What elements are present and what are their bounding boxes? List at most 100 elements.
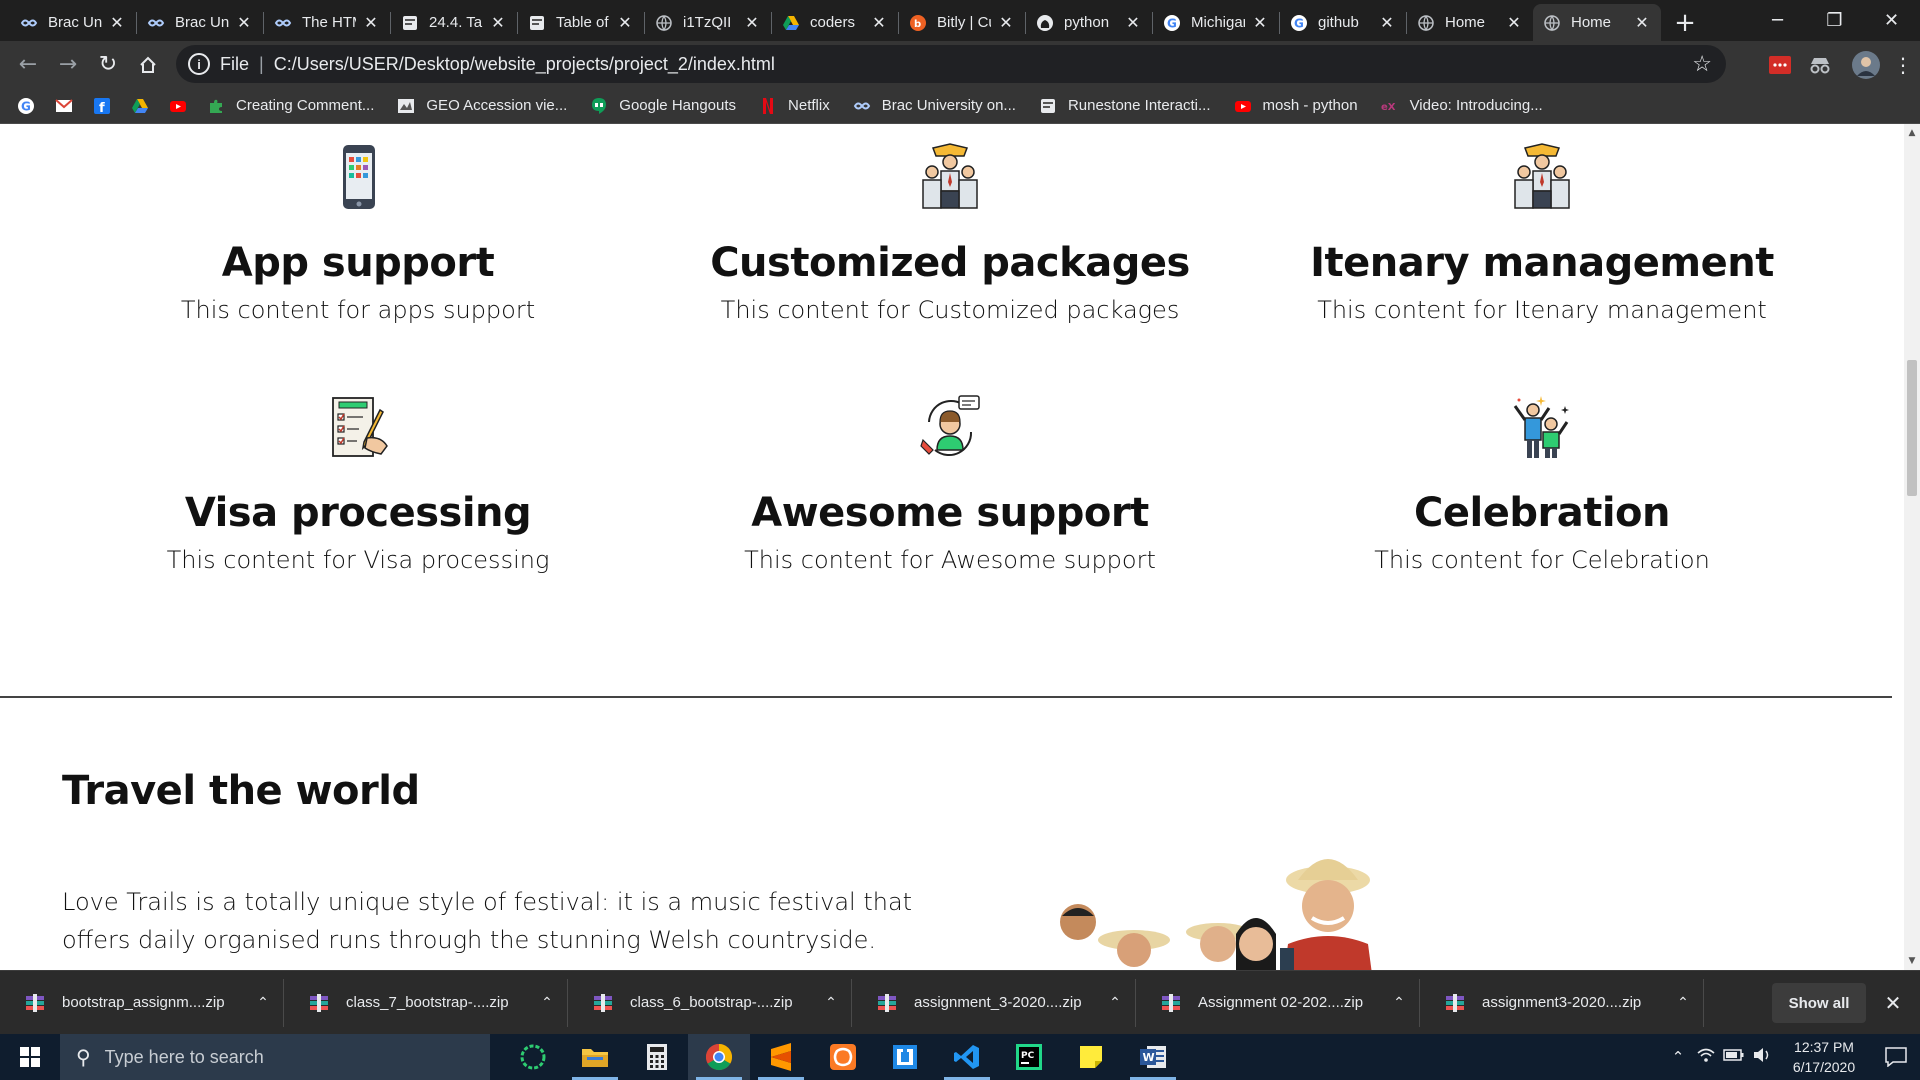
tab-title: Bitly | Custom: [937, 14, 991, 31]
bookmark-item[interactable]: [54, 96, 74, 116]
chevron-up-icon[interactable]: ⌃: [1379, 994, 1419, 1011]
chevron-up-icon[interactable]: ⌃: [1664, 1048, 1692, 1066]
profile-avatar-button[interactable]: [1846, 45, 1886, 85]
battery-icon[interactable]: [1720, 1048, 1748, 1066]
action-center-button[interactable]: [1872, 1034, 1920, 1080]
close-tab-icon[interactable]: ✕: [870, 13, 888, 33]
bookmark-item[interactable]: f: [92, 96, 112, 116]
bookmark-item[interactable]: [130, 96, 150, 116]
start-button[interactable]: [0, 1034, 60, 1080]
volume-icon[interactable]: [1748, 1047, 1776, 1067]
browser-tab[interactable]: coders ✕: [772, 4, 898, 41]
forward-button[interactable]: →: [48, 45, 88, 85]
tab-title: Brac University: [48, 14, 102, 31]
download-item[interactable]: class_6_bootstrap-....zip ⌃: [568, 978, 852, 1027]
close-tab-icon[interactable]: ✕: [1633, 13, 1651, 33]
close-download-shelf-button[interactable]: ✕: [1878, 985, 1908, 1021]
close-tab-icon[interactable]: ✕: [108, 13, 126, 33]
scroll-up-arrow[interactable]: ▲: [1907, 128, 1917, 138]
browser-tab[interactable]: Table of contents ✕: [518, 4, 644, 41]
show-all-downloads-button[interactable]: Show all: [1772, 983, 1866, 1023]
reload-button[interactable]: ↻: [88, 45, 128, 85]
browser-tab[interactable]: G Michigan ✕: [1153, 4, 1279, 41]
lastpass-extension-button[interactable]: [1760, 45, 1800, 85]
browser-tab[interactable]: Brac University ✕: [137, 4, 263, 41]
taskbar-clock[interactable]: 12:37 PM 6/17/2020: [1776, 1037, 1872, 1077]
bookmark-item[interactable]: [168, 96, 188, 116]
taskbar-app-sticky-notes[interactable]: [1060, 1034, 1122, 1080]
restore-button[interactable]: ❐: [1806, 0, 1863, 41]
chevron-up-icon[interactable]: ⌃: [1663, 994, 1703, 1011]
close-tab-icon[interactable]: ✕: [489, 13, 507, 33]
folder-icon: [582, 1049, 608, 1067]
feature-title: Visa processing: [184, 490, 532, 536]
browser-tab[interactable]: i1TzQII ✕: [645, 4, 771, 41]
bookmark-item[interactable]: GEO Accession vie...: [396, 96, 567, 116]
browser-tab[interactable]: python ✕: [1026, 4, 1152, 41]
bookmark-item[interactable]: Netflix: [758, 96, 830, 116]
tab-title: Table of contents: [556, 14, 610, 31]
download-item[interactable]: assignment3-2020....zip ⌃: [1420, 978, 1704, 1027]
download-item[interactable]: Assignment 02-202....zip ⌃: [1136, 978, 1420, 1027]
taskbar-search-box[interactable]: ⚲ Type here to search: [60, 1034, 490, 1080]
chevron-up-icon[interactable]: ⌃: [811, 994, 851, 1011]
scroll-down-arrow[interactable]: ▼: [1907, 956, 1917, 966]
browser-tab[interactable]: The HTML ✕: [264, 4, 390, 41]
bookmark-item[interactable]: Brac University on...: [852, 96, 1016, 116]
close-tab-icon[interactable]: ✕: [235, 13, 253, 33]
word-icon: W: [1140, 1046, 1166, 1068]
close-window-button[interactable]: ✕: [1863, 0, 1920, 41]
back-button[interactable]: ←: [8, 45, 48, 85]
close-tab-icon[interactable]: ✕: [616, 13, 634, 33]
browser-tab[interactable]: 24.4. Table ✕: [391, 4, 517, 41]
info-icon[interactable]: i: [188, 53, 210, 75]
browser-tab[interactable]: Ggithub ✕: [1280, 4, 1406, 41]
tab-title: 24.4. Table: [429, 14, 483, 31]
download-item[interactable]: assignment_3-2020....zip ⌃: [852, 978, 1136, 1027]
bookmark-star-icon[interactable]: ☆: [1692, 51, 1712, 77]
chevron-up-icon[interactable]: ⌃: [243, 994, 283, 1011]
wifi-icon[interactable]: [1692, 1047, 1720, 1067]
incognito-extension-button[interactable]: [1800, 45, 1840, 85]
taskbar-app-pycharm[interactable]: PC: [998, 1034, 1060, 1080]
taskbar-app-file-explorer[interactable]: [564, 1034, 626, 1080]
scrollbar-thumb[interactable]: [1907, 360, 1917, 496]
minimize-button[interactable]: ─: [1749, 0, 1806, 41]
bookmark-item[interactable]: G: [16, 96, 36, 116]
close-tab-icon[interactable]: ✕: [1378, 13, 1396, 33]
taskbar-app-vscode[interactable]: [936, 1034, 998, 1080]
new-tab-button[interactable]: +: [1667, 4, 1703, 41]
close-tab-icon[interactable]: ✕: [1124, 13, 1142, 33]
close-tab-icon[interactable]: ✕: [1251, 13, 1269, 33]
bookmark-item[interactable]: mosh - python: [1233, 96, 1358, 116]
mobile-app-icon: [343, 145, 375, 209]
taskbar-app-calculator[interactable]: [626, 1034, 688, 1080]
page-scrollbar[interactable]: ▲ ▼: [1904, 124, 1920, 970]
download-item[interactable]: class_7_bootstrap-....zip ⌃: [284, 978, 568, 1027]
taskbar-app-xampp[interactable]: [812, 1034, 874, 1080]
bookmark-item[interactable]: Google Hangouts: [589, 96, 736, 116]
taskbar-app-sublime-text[interactable]: [750, 1034, 812, 1080]
close-tab-icon[interactable]: ✕: [997, 13, 1015, 33]
taskbar-app-chrome[interactable]: [688, 1034, 750, 1080]
bookmark-item[interactable]: Runestone Interacti...: [1038, 96, 1211, 116]
close-tab-icon[interactable]: ✕: [362, 13, 380, 33]
browser-tab[interactable]: Brac University ✕: [10, 4, 136, 41]
close-tab-icon[interactable]: ✕: [743, 13, 761, 33]
browser-tab[interactable]: Home ✕: [1533, 4, 1661, 41]
bookmark-item[interactable]: Creating Comment...: [206, 96, 374, 116]
browser-menu-button[interactable]: ⋮: [1886, 45, 1920, 85]
browser-tab[interactable]: Home ✕: [1407, 4, 1533, 41]
address-bar[interactable]: i File | C:/Users/USER/Desktop/website_p…: [176, 45, 1726, 83]
download-item[interactable]: bootstrap_assignm....zip ⌃: [0, 978, 284, 1027]
taskbar-app-sandbox[interactable]: [874, 1034, 936, 1080]
taskbar-app-word[interactable]: W: [1122, 1034, 1184, 1080]
browser-tab[interactable]: b Bitly | Custom ✕: [899, 4, 1025, 41]
home-button[interactable]: [128, 45, 168, 85]
chevron-up-icon[interactable]: ⌃: [1095, 994, 1135, 1011]
taskbar-app-cortana[interactable]: [502, 1034, 564, 1080]
chevron-up-icon[interactable]: ⌃: [527, 994, 567, 1011]
url-text[interactable]: C:/Users/USER/Desktop/website_projects/p…: [274, 54, 775, 75]
bookmark-item[interactable]: eX Video: Introducing...: [1380, 96, 1543, 116]
close-tab-icon[interactable]: ✕: [1505, 13, 1523, 33]
